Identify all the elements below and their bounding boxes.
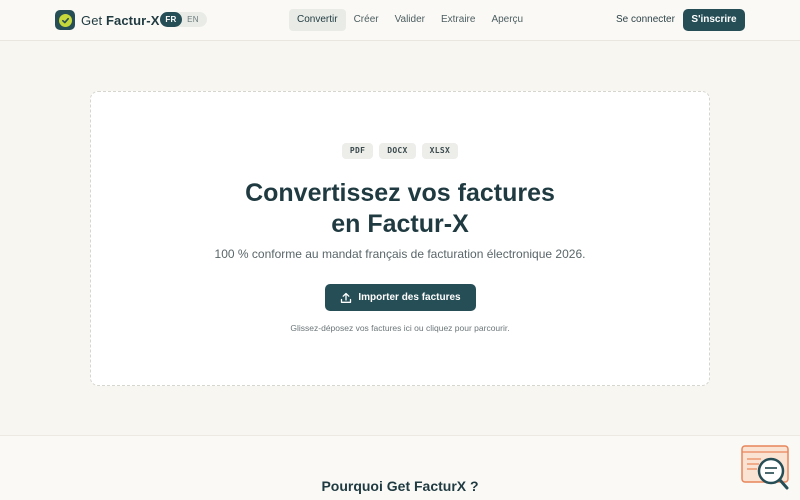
nav-convertir[interactable]: Convertir [289, 9, 346, 31]
language-fr-button[interactable]: FR [160, 12, 182, 27]
format-badge-pdf: PDF [341, 143, 374, 159]
check-circle-icon [55, 10, 75, 30]
language-switch[interactable]: FR EN [160, 12, 207, 27]
hero-subtitle: 100 % conforme au mandat français de fac… [214, 247, 586, 261]
import-invoices-button[interactable]: Importer des factures [325, 284, 476, 311]
main-nav: Convertir Créer Valider Extraire Aperçu [289, 9, 531, 31]
format-badge-docx: DOCX [379, 143, 416, 159]
brand-logo[interactable]: Get Factur-X [55, 10, 160, 30]
language-en-button[interactable]: EN [182, 12, 204, 27]
why-section-title: Pourquoi Get FacturX ? [321, 478, 479, 494]
login-link[interactable]: Se connecter [616, 14, 675, 25]
signup-button[interactable]: S'inscrire [683, 9, 745, 31]
nav-apercu[interactable]: Aperçu [483, 9, 531, 31]
nav-creer[interactable]: Créer [346, 9, 387, 31]
hero-title: Convertissez vos factures en Factur-X [245, 179, 555, 238]
format-badge-xlsx: XLSX [421, 143, 459, 159]
upload-dropzone[interactable]: PDF DOCX XLSX Convertissez vos factures … [90, 91, 710, 386]
chat-search-icon[interactable] [741, 444, 791, 492]
upload-icon [340, 292, 352, 304]
supported-formats: PDF DOCX XLSX [91, 143, 709, 159]
dropzone-hint: Glissez-déposez vos factures ici ou cliq… [290, 323, 510, 333]
import-button-label: Importer des factures [358, 292, 461, 303]
nav-valider[interactable]: Valider [387, 9, 433, 31]
top-navigation-bar: Get Factur-X FR EN Convertir Créer Valid… [0, 0, 800, 41]
nav-extraire[interactable]: Extraire [433, 9, 483, 31]
brand-name: Get Factur-X [81, 12, 160, 28]
